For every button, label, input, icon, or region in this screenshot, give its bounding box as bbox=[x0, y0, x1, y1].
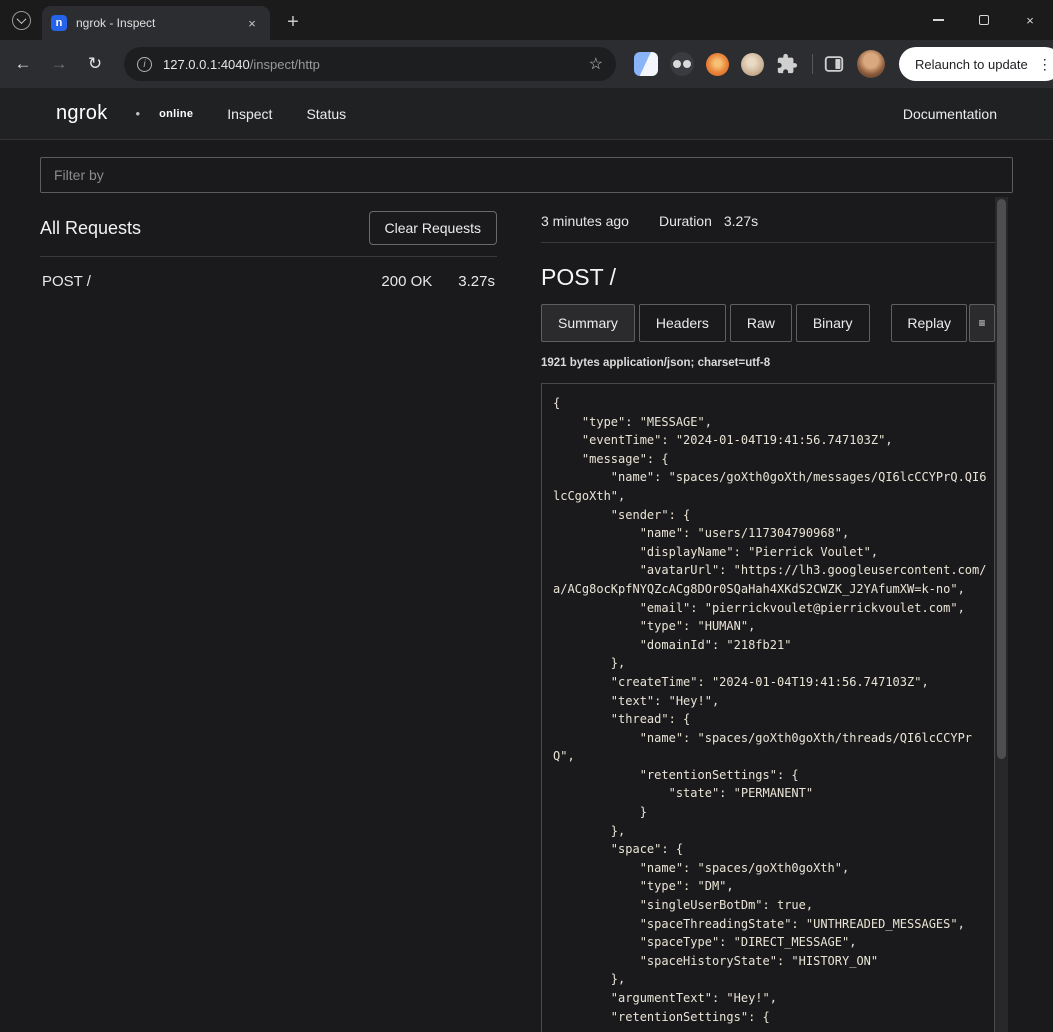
request-method-path: POST / bbox=[42, 273, 381, 290]
replay-group: Replay ≡ bbox=[891, 304, 995, 342]
minimize-button[interactable] bbox=[915, 0, 961, 40]
replay-button[interactable]: Replay bbox=[891, 304, 967, 342]
toolbar-divider bbox=[812, 54, 813, 74]
request-duration-meta: Duration 3.27s bbox=[659, 213, 758, 229]
url-host: 127.0.0.1:4040 bbox=[163, 57, 250, 72]
ngrok-navbar: ngrok • online Inspect Status Documentat… bbox=[0, 88, 1053, 140]
ngrok-logo[interactable]: ngrok bbox=[56, 102, 108, 125]
orange-circle-extension-icon[interactable] bbox=[706, 53, 729, 76]
url-path: /inspect/http bbox=[250, 57, 320, 72]
replay-menu-icon[interactable]: ≡ bbox=[969, 304, 995, 342]
new-tab-button[interactable]: + bbox=[278, 7, 308, 37]
detail-divider bbox=[541, 242, 995, 243]
extensions-puzzle-icon[interactable] bbox=[776, 53, 798, 75]
requests-header: All Requests Clear Requests bbox=[40, 202, 497, 256]
extension-icons bbox=[634, 52, 857, 76]
chevron-down-icon bbox=[12, 11, 31, 30]
inspect-content: All Requests Clear Requests POST / 200 O… bbox=[0, 140, 1053, 1032]
filter-input[interactable] bbox=[40, 157, 1013, 193]
goggles-extension-icon[interactable] bbox=[670, 52, 694, 76]
browser-toolbar: ← → ↻ i 127.0.0.1:4040/inspect/http ☆ Re… bbox=[0, 40, 1053, 88]
request-detail-panel: 3 minutes ago Duration 3.27s POST / Summ… bbox=[541, 202, 995, 1032]
request-time-ago: 3 minutes ago bbox=[541, 213, 629, 229]
relaunch-label: Relaunch to update bbox=[915, 57, 1028, 72]
requests-title: All Requests bbox=[40, 218, 141, 239]
tab-close-icon[interactable]: × bbox=[243, 14, 261, 32]
browser-menu-icon[interactable]: ⋮ bbox=[1038, 56, 1052, 73]
detail-tabs-row: Summary Headers Raw Binary Replay ≡ bbox=[541, 304, 995, 342]
browser-window: n ngrok - Inspect × + × ← → ↻ i 127.0.0.… bbox=[0, 0, 1053, 1032]
profile-avatar[interactable] bbox=[857, 50, 885, 78]
ngrok-favicon-icon: n bbox=[51, 15, 67, 31]
request-status: 200 OK bbox=[381, 273, 432, 290]
detail-scrollbar[interactable] bbox=[995, 197, 1008, 1032]
image-extension-icon[interactable] bbox=[634, 52, 658, 76]
address-bar[interactable]: i 127.0.0.1:4040/inspect/http ☆ bbox=[124, 47, 616, 81]
request-title: POST / bbox=[541, 264, 995, 291]
clear-requests-button[interactable]: Clear Requests bbox=[369, 211, 498, 245]
reload-icon[interactable]: ↻ bbox=[79, 48, 111, 80]
inspect-columns: All Requests Clear Requests POST / 200 O… bbox=[40, 202, 1013, 1032]
browser-tab[interactable]: n ngrok - Inspect × bbox=[42, 6, 270, 40]
window-controls: × bbox=[915, 0, 1053, 40]
tab-raw[interactable]: Raw bbox=[730, 304, 792, 342]
request-body-json: { "type": "MESSAGE", "eventTime": "2024-… bbox=[553, 394, 987, 1026]
request-row[interactable]: POST / 200 OK 3.27s bbox=[40, 257, 497, 306]
tunnel-status-label: online bbox=[159, 108, 193, 120]
beige-circle-extension-icon[interactable] bbox=[741, 53, 764, 76]
request-duration: 3.27s bbox=[458, 273, 495, 290]
maximize-icon bbox=[979, 15, 989, 25]
tab-title: ngrok - Inspect bbox=[76, 16, 243, 30]
site-info-icon[interactable]: i bbox=[137, 57, 152, 72]
tab-summary[interactable]: Summary bbox=[541, 304, 635, 342]
browser-titlebar: n ngrok - Inspect × + × bbox=[0, 0, 1053, 40]
requests-panel: All Requests Clear Requests POST / 200 O… bbox=[40, 202, 497, 1032]
duration-value: 3.27s bbox=[724, 213, 758, 229]
status-dot-icon: • bbox=[136, 106, 141, 121]
minimize-icon bbox=[933, 19, 944, 21]
back-icon[interactable]: ← bbox=[7, 48, 39, 80]
ngrok-inspect-page: ngrok • online Inspect Status Documentat… bbox=[0, 88, 1053, 1032]
url-text: 127.0.0.1:4040/inspect/http bbox=[163, 57, 589, 72]
forward-icon[interactable]: → bbox=[43, 48, 75, 80]
tab-binary[interactable]: Binary bbox=[796, 304, 870, 342]
response-content-meta: 1921 bytes application/json; charset=utf… bbox=[541, 357, 995, 369]
request-body-block: { "type": "MESSAGE", "eventTime": "2024-… bbox=[541, 383, 995, 1032]
nav-item-documentation[interactable]: Documentation bbox=[903, 106, 997, 122]
bookmark-star-icon[interactable]: ☆ bbox=[589, 54, 603, 74]
maximize-button[interactable] bbox=[961, 0, 1007, 40]
duration-label: Duration bbox=[659, 213, 712, 229]
nav-item-status[interactable]: Status bbox=[306, 106, 346, 122]
tab-headers[interactable]: Headers bbox=[639, 304, 726, 342]
relaunch-button[interactable]: Relaunch to update ⋮ bbox=[899, 47, 1053, 81]
detail-meta-row: 3 minutes ago Duration 3.27s bbox=[541, 202, 995, 242]
close-button[interactable]: × bbox=[1007, 0, 1053, 40]
tab-search-button[interactable] bbox=[8, 7, 35, 34]
nav-item-inspect[interactable]: Inspect bbox=[227, 106, 272, 122]
scrollbar-thumb[interactable] bbox=[997, 199, 1006, 759]
side-panel-icon[interactable] bbox=[823, 53, 845, 75]
